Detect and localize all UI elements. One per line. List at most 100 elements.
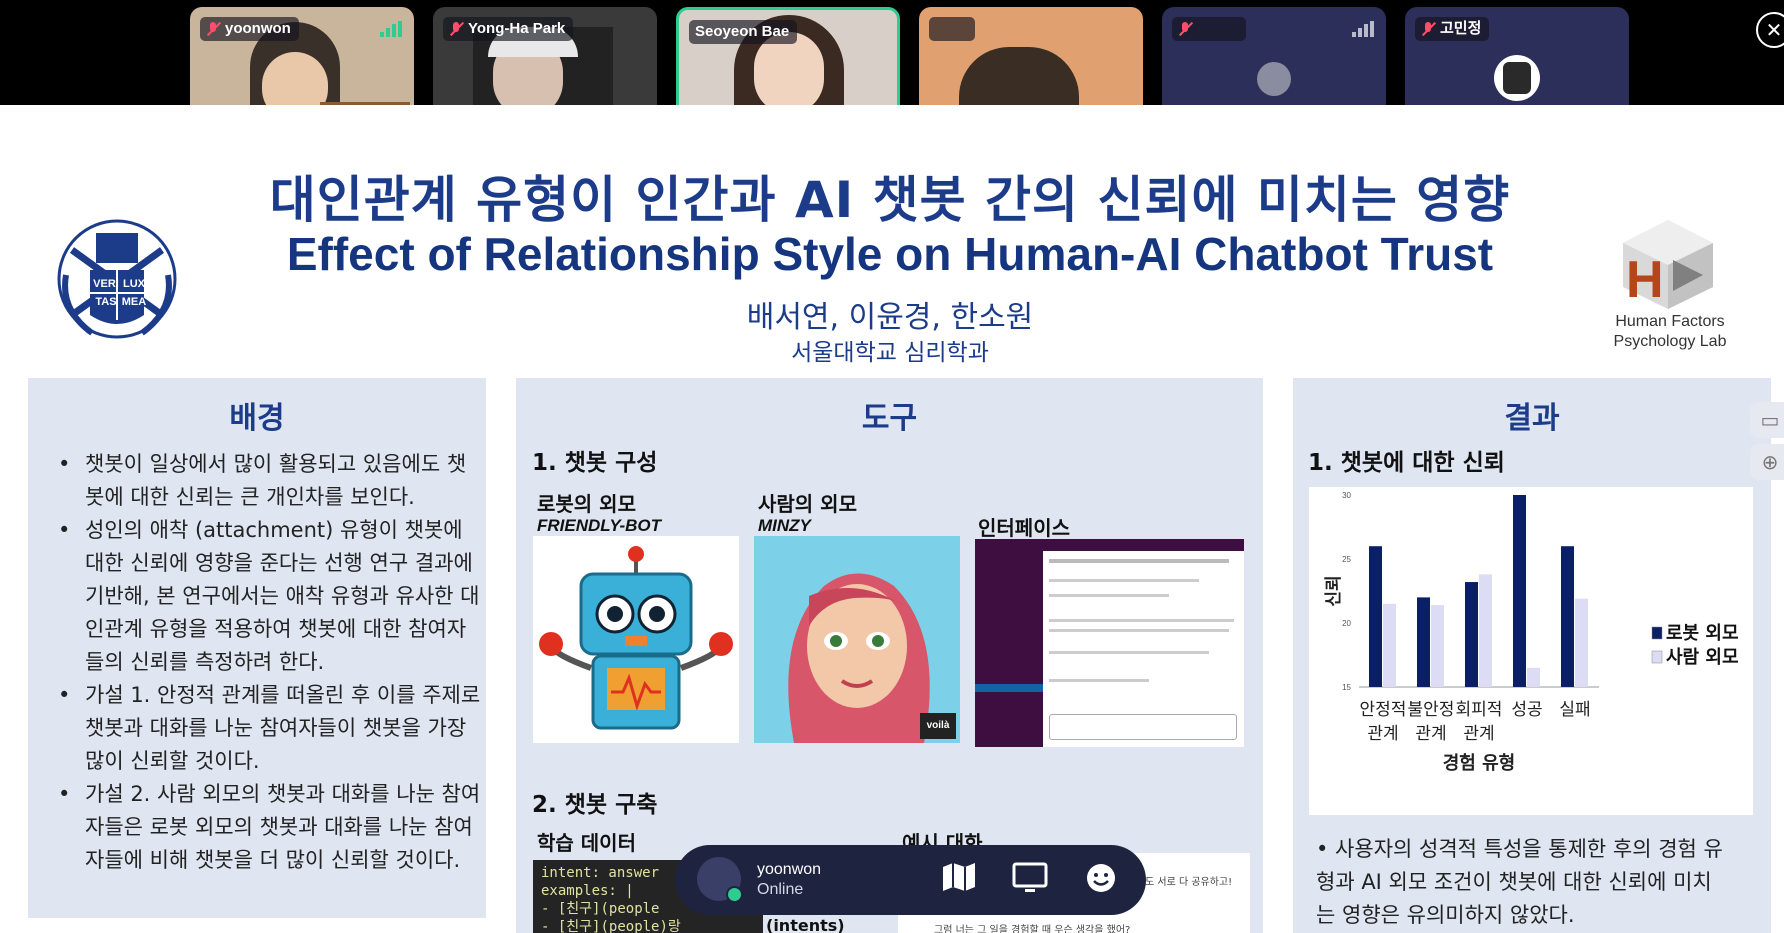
trust-bar-chart: 15 20 25 30 안정적관계 불안정관계 회피적관계 성공 실패경험 유형 신뢰로봇 외모사… — [1324, 491, 1739, 774]
human-appearance-label: 사람의 외모 — [758, 492, 857, 516]
participant-name-tag: Yong-Ha Park — [443, 17, 574, 41]
participant-name-tag — [1172, 17, 1246, 41]
list-item: 가설 2. 사람 외모의 챗봇과 대화를 나눈 참여자들은 로봇 외모의 챗봇과… — [42, 778, 482, 877]
x-tick-label: 회피적 — [1456, 700, 1503, 720]
interface-line — [1049, 594, 1169, 597]
results-summary: • 사용자의 성격적 특성을 통제한 후의 경험 유형과 AI 외모 조건이 챗… — [1316, 837, 1723, 927]
bar-robot — [1417, 597, 1430, 687]
tools-section-2: 2. 챗봇 구축 — [532, 792, 658, 818]
bar-human — [1431, 605, 1444, 687]
robot-appearance-label: 로봇의 외모 — [537, 492, 636, 516]
background-panel: 배경 챗봇이 일상에서 많이 활용되고 있음에도 챗봇에 대한 신뢰는 큰 개인… — [28, 378, 486, 918]
code-line: - [친구](people)랑 — [541, 919, 681, 933]
interface-line — [1049, 629, 1229, 632]
mic-off-icon — [1178, 21, 1192, 37]
poster-title-korean: 대인관계 유형이 인간과 AI 챗봇 간의 신뢰에 미치는 영향 — [269, 171, 1511, 229]
interface-sidebar-selected — [975, 684, 1043, 692]
background-heading: 배경 — [229, 401, 285, 436]
list-item: 가설 1. 안정적 관계를 떠올린 후 이를 주제로 챗봇과 대화를 나눈 참여… — [42, 679, 482, 778]
legend-label: 사람 외모 — [1666, 647, 1739, 668]
y-tick-label: 15 — [1342, 683, 1351, 692]
map-button[interactable] — [940, 862, 978, 898]
interface-line — [1049, 619, 1234, 622]
mic-off-icon — [449, 21, 463, 37]
interface-titlebar — [975, 539, 1244, 551]
interface-sidebar — [975, 551, 1043, 747]
dialog-snippet: 도 서로 다 공유하고! — [1145, 877, 1233, 888]
interface-message-box — [1049, 714, 1237, 740]
results-heading: 결과 — [1504, 401, 1560, 436]
interface-line — [1049, 651, 1209, 654]
meeting-window: yoonwon Yong-Ha Park Seoyeon Bae 고민정 ✕ 대… — [0, 0, 1784, 933]
trust-chart: 15 20 25 30 안정적 관계 불안정 관계 회피적 관계 성공 실패 경험 유형 신뢰 로봇 외모 사… — [1309, 487, 1753, 815]
y-tick-label: 25 — [1342, 555, 1351, 564]
interface-screenshot — [975, 539, 1244, 747]
poster-title-english: Effect of Relationship Style on Human-AI… — [286, 228, 1494, 280]
list-item: 챗봇이 일상에서 많이 활용되고 있음에도 챗봇에 대한 신뢰는 큰 개인차를 … — [42, 448, 482, 514]
robot-bot-name: FRIENDLY-BOT — [537, 516, 662, 535]
human-bot-name: MINZY — [758, 516, 811, 535]
zoom-button[interactable]: ⊕ — [1750, 444, 1784, 480]
mic-off-icon — [206, 21, 220, 37]
screen-share-icon — [1012, 862, 1048, 892]
dialog-snippet: 그럼 너는 그 일을 경험할 때 우슨 생각을 했어? — [934, 925, 1131, 933]
user-status: Online — [757, 881, 804, 898]
poster-affiliation: 서울대학교 심리학과 — [791, 340, 989, 366]
side-toolbar-button[interactable]: ▭ — [1750, 402, 1784, 438]
background-list: 챗봇이 일상에서 많이 활용되고 있음에도 챗봇에 대한 신뢰는 큰 개인차를 … — [42, 448, 482, 877]
human-appearance-image: voilà — [754, 536, 960, 743]
interface-label: 인터페이스 — [978, 516, 1070, 540]
x-tick-label: 성공 — [1511, 700, 1542, 720]
y-tick-label: 20 — [1342, 619, 1351, 628]
x-tick-label: 관계 — [1415, 724, 1446, 744]
mic-off-icon — [1421, 21, 1435, 37]
interface-line — [1049, 559, 1229, 563]
comment-icon: ▭ — [1760, 408, 1780, 432]
zoom-icon: ⊕ — [1761, 450, 1779, 474]
avatar-character — [1503, 62, 1531, 94]
user-name: yoonwon — [757, 861, 822, 878]
y-axis-label: 신뢰 — [1324, 575, 1344, 606]
legend-swatch — [1651, 626, 1663, 640]
signal-strength-icon — [380, 21, 402, 37]
signal-strength-icon — [1352, 21, 1374, 37]
x-axis-label: 경험 유형 — [1443, 752, 1516, 774]
poster-authors: 배서연, 이윤경, 한소원 — [746, 300, 1034, 335]
training-data-label: 학습 데이터 — [537, 831, 636, 855]
bar-robot — [1369, 546, 1382, 687]
intents-label: (intents) — [766, 916, 845, 933]
robot-appearance-image — [533, 536, 739, 743]
tools-heading: 도구 — [861, 401, 918, 436]
bottom-control-bar: yoonwon Online — [675, 845, 1146, 915]
emoji-button[interactable] — [1082, 862, 1120, 898]
screen-share-button[interactable] — [1011, 862, 1049, 898]
user-avatar[interactable] — [697, 857, 743, 903]
tools-section-1: 1. 챗봇 구성 — [532, 450, 658, 476]
x-tick-label: 관계 — [1463, 724, 1494, 744]
bar-human — [1527, 667, 1540, 687]
participant-face — [754, 32, 824, 114]
snu-motto-lux: LUX — [123, 278, 145, 290]
participant-name-tag: yoonwon — [200, 17, 299, 41]
x-tick-label: 불안정 — [1408, 700, 1455, 720]
avatar — [1257, 62, 1291, 96]
participant-name-tag: 고민정 — [1415, 17, 1490, 41]
svg-text:H: H — [1626, 251, 1664, 309]
bar-human — [1383, 603, 1396, 687]
lab-logo: H — [1623, 220, 1713, 309]
list-item: 성인의 애착 (attachment) 유형이 챗봇에 대한 신뢰에 영향을 준… — [42, 514, 482, 679]
results-section-1: 1. 챗봇에 대한 신뢰 — [1308, 450, 1505, 476]
interface-line — [1049, 579, 1199, 582]
x-tick-label: 관계 — [1367, 724, 1398, 744]
x-tick-label: 안정적 — [1360, 700, 1407, 720]
map-icon — [943, 863, 975, 891]
lab-name: Human Factors Psychology Lab — [1613, 313, 1727, 350]
bar-robot — [1513, 495, 1526, 687]
emoji-icon — [1087, 864, 1115, 892]
participant-name-tag: Seoyeon Bae — [689, 20, 798, 44]
participant-name-tag — [929, 17, 975, 41]
close-icon[interactable]: ✕ — [1756, 12, 1784, 48]
x-tick-label: 실패 — [1559, 700, 1590, 720]
y-tick-label: 30 — [1342, 491, 1351, 500]
snu-motto-mea: MEA — [121, 296, 147, 308]
